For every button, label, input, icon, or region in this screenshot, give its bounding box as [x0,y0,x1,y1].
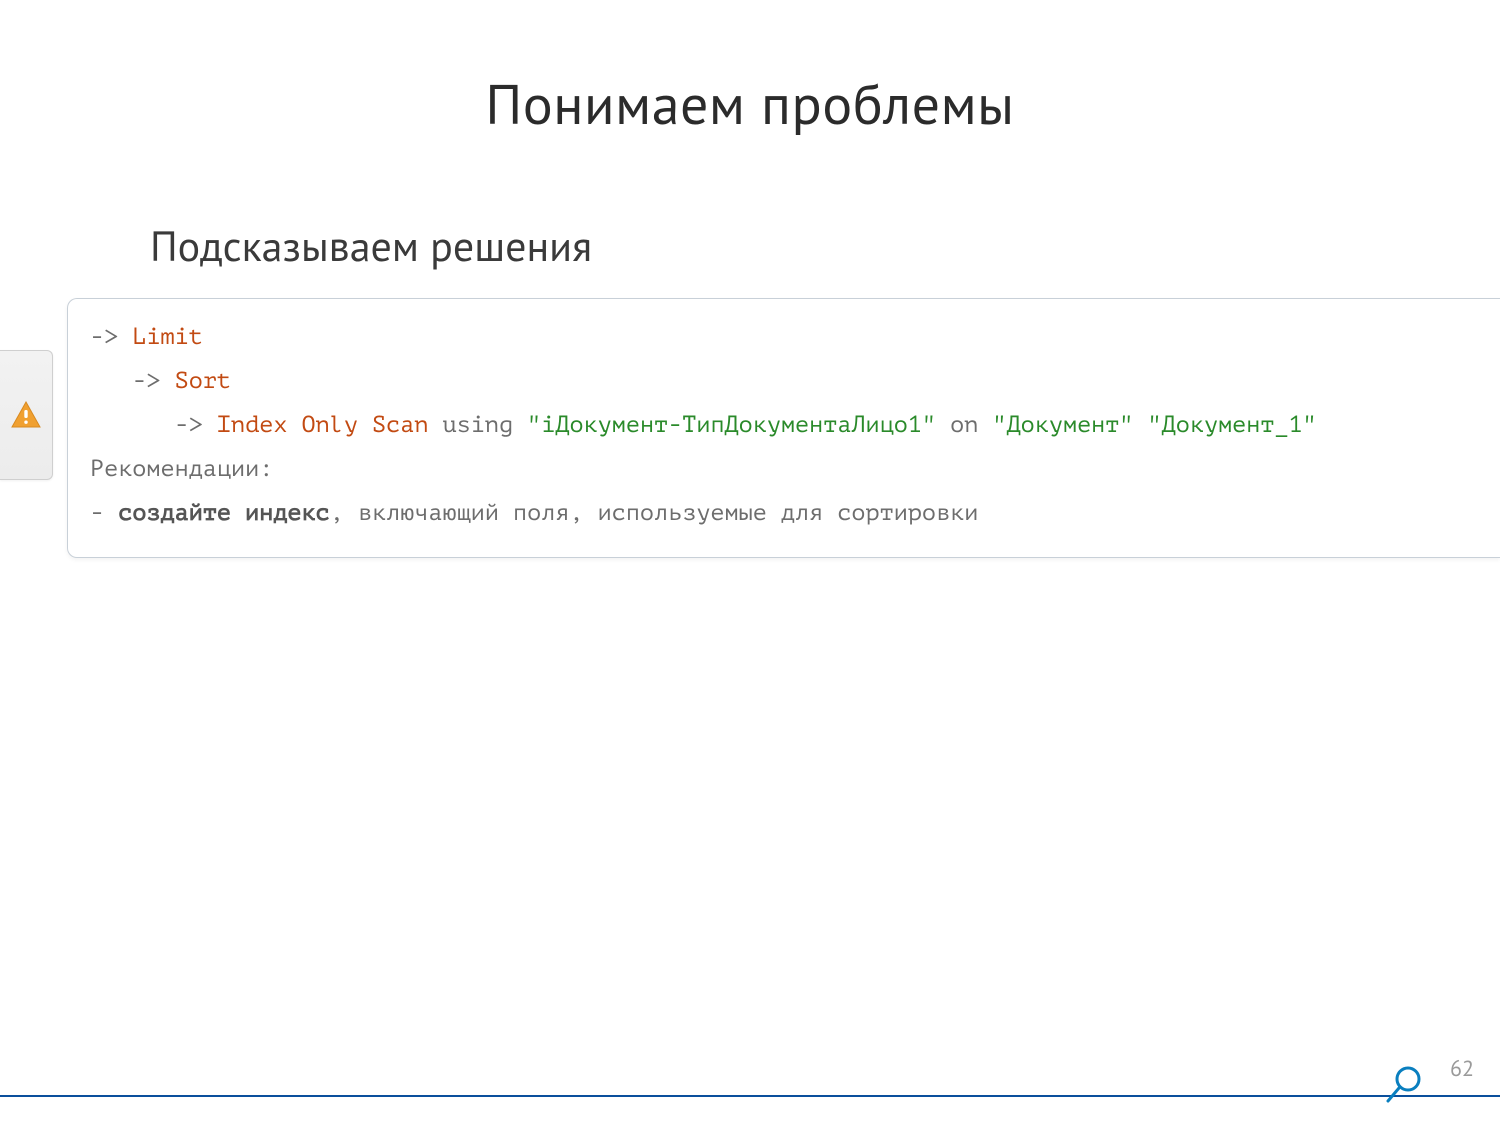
arrow: -> [175,411,203,438]
plan-index-only-scan: Index Only Scan [217,411,429,438]
footer-divider [0,1095,1500,1097]
plan-sort: Sort [175,367,231,394]
recommendation-strong: создайте индекс [118,499,330,526]
code-row: -> Limit -> Sort -> Index Only Scan usin… [0,298,1500,558]
index-name: "iДокумент-ТипДокументаЛицо1" [527,411,936,438]
warning-badge [0,350,53,480]
relation-name: "Документ" [992,411,1133,438]
recommendations-label: Рекомендации: [90,455,273,482]
recommendation-rest: , включающий поля, используемые для сорт… [330,499,979,526]
kw-using: using [443,411,514,438]
plan-limit: Limit [132,323,203,350]
query-plan-box: -> Limit -> Sort -> Index Only Scan usin… [67,298,1500,558]
page-subtitle: Подсказываем решения [150,218,1500,273]
arrow: -> [132,367,160,394]
slide: Понимаем проблемы Подсказываем решения -… [0,0,1500,1125]
kw-on: on [950,411,978,438]
page-number: 62 [1450,1055,1474,1083]
magnifier-icon [1384,1061,1428,1105]
relation-alias: "Документ_1" [1148,411,1317,438]
warning-icon [11,401,41,429]
page-title: Понимаем проблемы [0,0,1500,140]
bullet: - [90,499,104,526]
arrow: -> [90,323,118,350]
